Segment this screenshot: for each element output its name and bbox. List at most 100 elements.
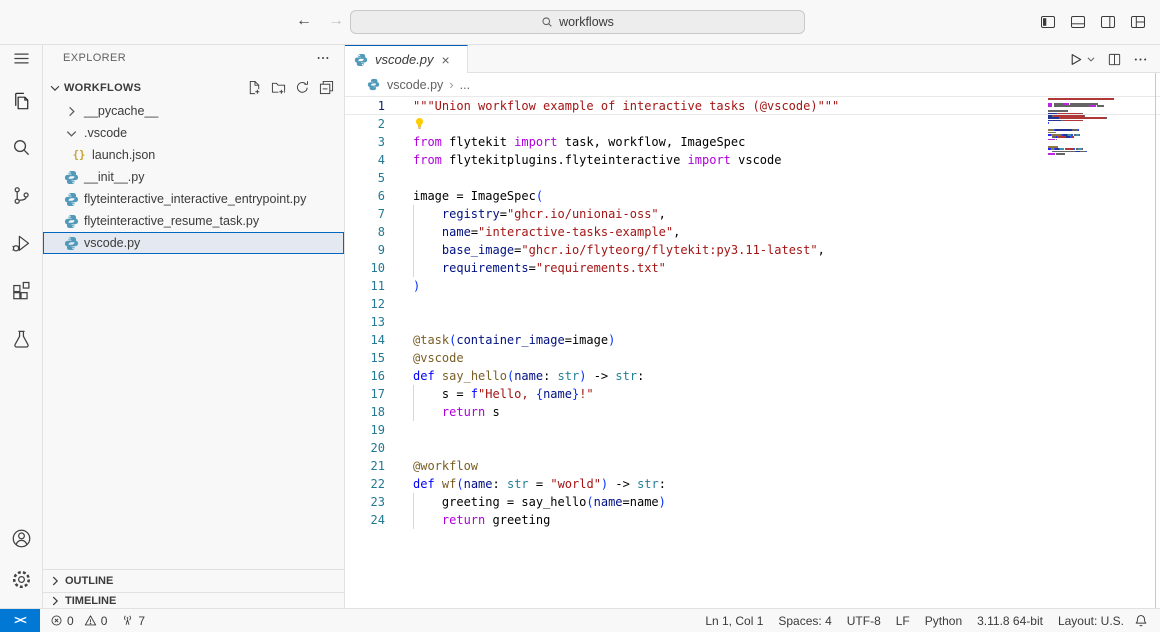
code-text: ) (413, 277, 420, 295)
more-actions-button[interactable] (1133, 52, 1148, 67)
breadcrumb-file[interactable]: vscode.py (387, 78, 443, 92)
warning-icon (84, 614, 97, 627)
code-line-6[interactable]: 6image = ImageSpec( (345, 187, 1160, 205)
outline-section-header[interactable]: OUTLINE (43, 569, 344, 592)
lightbulb-icon[interactable] (413, 117, 426, 130)
menu-button[interactable] (8, 45, 35, 72)
status-language-mode[interactable]: Python (925, 614, 962, 628)
notifications-bell-button[interactable] (1134, 614, 1160, 628)
tree-item--pycache-[interactable]: __pycache__ (43, 100, 344, 122)
code-line-18[interactable]: 18 return s (345, 403, 1160, 421)
code-token: return (442, 405, 485, 419)
code-token: -> (586, 369, 615, 383)
tree-item-label: .vscode (84, 126, 127, 140)
code-token: from (413, 153, 442, 167)
explorer-sidebar: EXPLORER WORKFLOWS (43, 45, 345, 608)
new-folder-button[interactable] (271, 80, 286, 95)
tree-item-flyteinteractive-resume-task-py[interactable]: flyteinteractive_resume_task.py (43, 210, 344, 232)
ellipsis-icon (1133, 52, 1148, 67)
code-line-1[interactable]: 1"""Union workflow example of interactiv… (345, 97, 1160, 115)
code-text: greeting = say_hello(name=name) (413, 493, 666, 511)
tree-item-launch-json[interactable]: {}launch.json (43, 144, 344, 166)
breadcrumb-symbol[interactable]: ... (460, 78, 470, 92)
tree-item--vscode[interactable]: .vscode (43, 122, 344, 144)
nav-back-icon[interactable]: ← (296, 10, 312, 32)
sidebar-item-search[interactable] (8, 134, 35, 161)
code-text: s = f"Hello, {name}!" (413, 385, 594, 403)
code-line-8[interactable]: 8 name="interactive-tasks-example", (345, 223, 1160, 241)
sidebar-item-run-debug[interactable] (8, 230, 35, 257)
account-icon (10, 527, 33, 550)
code-line-11[interactable]: 11) (345, 277, 1160, 295)
tree-item--init-py[interactable]: __init__.py (43, 166, 344, 188)
status-indentation[interactable]: Spaces: 4 (778, 614, 831, 628)
collapse-all-button[interactable] (319, 80, 334, 95)
code-line-9[interactable]: 9 base_image="ghcr.io/flyteorg/flytekit:… (345, 241, 1160, 259)
workflows-section-header[interactable]: WORKFLOWS (43, 78, 344, 97)
status-encoding[interactable]: UTF-8 (847, 614, 881, 628)
code-line-15[interactable]: 15@vscode (345, 349, 1160, 367)
code-text: from flytekit import task, workflow, Ima… (413, 133, 745, 151)
code-token: = (471, 225, 478, 239)
command-center-search[interactable]: workflows (350, 10, 805, 34)
code-line-20[interactable]: 20 (345, 439, 1160, 457)
tab-close-icon[interactable]: × (442, 53, 450, 67)
customize-layout-icon[interactable] (1130, 14, 1146, 30)
code-line-13[interactable]: 13 (345, 313, 1160, 331)
run-python-file-button[interactable] (1068, 52, 1096, 67)
sidebar-item-testing[interactable] (8, 326, 35, 353)
files-icon (10, 90, 33, 113)
breadcrumb[interactable]: vscode.py › ... (345, 73, 1160, 96)
refresh-button[interactable] (295, 80, 310, 95)
settings-button[interactable] (8, 566, 35, 593)
accounts-button[interactable] (8, 525, 35, 552)
code-text: @task(container_image=image) (413, 331, 615, 349)
code-token: @task (413, 333, 449, 347)
tab-vscode-py[interactable]: vscode.py × (345, 45, 468, 73)
code-editor[interactable]: 1"""Union workflow example of interactiv… (345, 96, 1160, 608)
code-line-22[interactable]: 22def wf(name: str = "world") -> str: (345, 475, 1160, 493)
code-line-12[interactable]: 12 (345, 295, 1160, 313)
problems-status[interactable]: 0 0 (50, 614, 107, 628)
status-eol[interactable]: LF (896, 614, 910, 628)
code-line-14[interactable]: 14@task(container_image=image) (345, 331, 1160, 349)
code-line-21[interactable]: 21@workflow (345, 457, 1160, 475)
toggle-secondary-sidebar-icon[interactable] (1100, 14, 1116, 30)
code-line-17[interactable]: 17 s = f"Hello, {name}!" (345, 385, 1160, 403)
code-line-23[interactable]: 23 greeting = say_hello(name=name) (345, 493, 1160, 511)
code-line-2[interactable]: 2 (345, 115, 1160, 133)
code-token: greeting = say_hello (413, 495, 586, 509)
sidebar-item-source-control[interactable] (8, 182, 35, 209)
minimap[interactable] (1048, 98, 1128, 155)
code-line-5[interactable]: 5 (345, 169, 1160, 187)
line-number: 4 (345, 151, 385, 169)
code-line-10[interactable]: 10 requirements="requirements.txt" (345, 259, 1160, 277)
line-number: 5 (345, 169, 385, 187)
ports-status[interactable]: 7 (121, 614, 145, 628)
code-line-19[interactable]: 19 (345, 421, 1160, 439)
toggle-panel-icon[interactable] (1070, 14, 1086, 30)
explorer-more-button[interactable] (316, 51, 330, 65)
code-token: str (615, 369, 637, 383)
code-line-3[interactable]: 3from flytekit import task, workflow, Im… (345, 133, 1160, 151)
timeline-section-header[interactable]: TIMELINE (43, 592, 344, 608)
code-line-7[interactable]: 7 registry="ghcr.io/unionai-oss", (345, 205, 1160, 223)
code-line-4[interactable]: 4from flytekitplugins.flyteinteractive i… (345, 151, 1160, 169)
sidebar-item-extensions[interactable] (8, 278, 35, 305)
sidebar-item-explorer[interactable] (8, 88, 35, 115)
toggle-primary-sidebar-icon[interactable] (1040, 14, 1056, 30)
code-line-24[interactable]: 24 return greeting (345, 511, 1160, 529)
split-editor-button[interactable] (1107, 52, 1122, 67)
new-file-button[interactable] (247, 80, 262, 95)
status-python-interpreter[interactable]: 3.11.8 64-bit (977, 614, 1043, 628)
code-line-16[interactable]: 16def say_hello(name: str) -> str: (345, 367, 1160, 385)
code-text: registry="ghcr.io/unionai-oss", (413, 205, 666, 223)
status-keyboard-layout[interactable]: Layout: U.S. (1058, 614, 1124, 628)
minimap-line (1048, 153, 1128, 155)
tree-item-vscode-py[interactable]: vscode.py (43, 232, 344, 254)
tree-item-flyteinteractive-interactive-entrypoint-py[interactable]: flyteinteractive_interactive_entrypoint.… (43, 188, 344, 210)
code-token: task, workflow, ImageSpec (558, 135, 746, 149)
title-bar: ← → workflows (0, 0, 1160, 45)
status-cursor-position[interactable]: Ln 1, Col 1 (705, 614, 763, 628)
remote-indicator[interactable]: >< (0, 609, 40, 632)
